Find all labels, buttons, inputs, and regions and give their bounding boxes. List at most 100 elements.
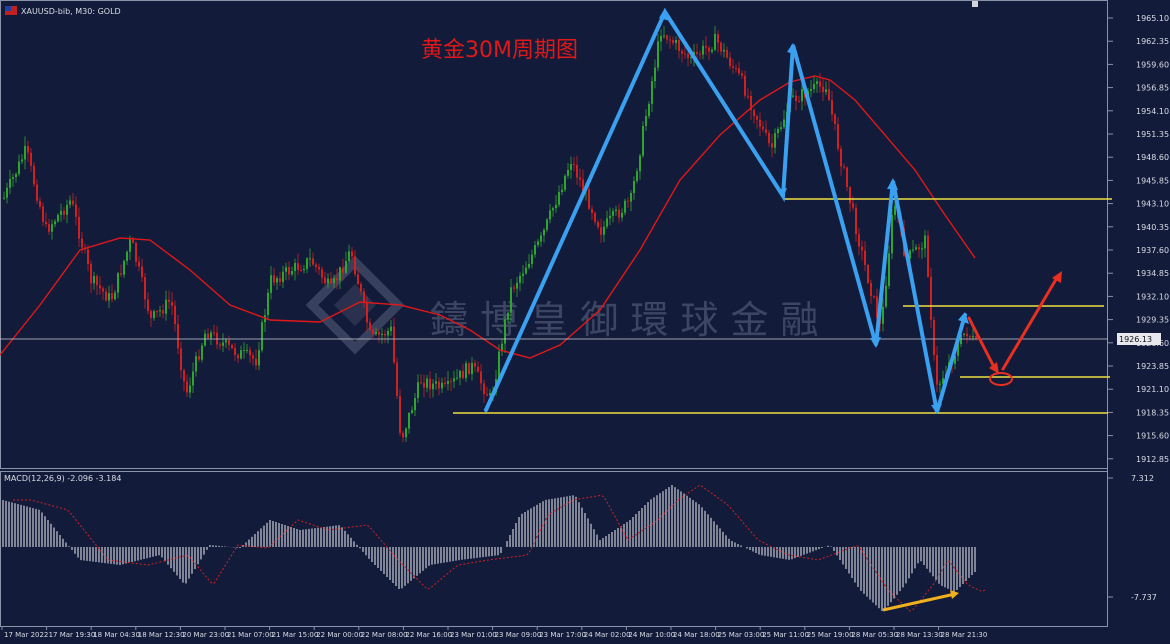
candle-body [63,210,65,215]
candle-body [213,332,215,334]
arrowhead-up-3 [887,178,898,190]
price-tick-label: 1923.85 [1136,362,1169,371]
candle-body [396,362,398,396]
candle-body [408,412,410,429]
candle-body [261,322,263,351]
candle-body [870,282,872,297]
candle-body [669,39,671,41]
candle-body [141,266,143,278]
candle-body [744,75,746,96]
candle-body [24,145,26,160]
candle-body [522,273,524,276]
candle-body [36,184,38,201]
time-tick-label: 23 Mar 01:00 [450,631,497,639]
candle-body [438,381,440,389]
candle-body [885,285,887,307]
candle-body [417,382,419,398]
candle-body [405,428,407,438]
candle-body [174,305,176,325]
candle-body [756,116,758,120]
candle-body [723,49,725,52]
candle-body [117,273,119,293]
candle-body [477,366,479,372]
candle-body [375,332,377,335]
candle-body [735,67,737,69]
candle-body [219,344,221,346]
target-circle[interactable] [989,372,1013,386]
candle-body [120,273,122,275]
candle-body [177,324,179,349]
candle-body [165,299,167,314]
candle-body [816,81,818,84]
macd-histogram [2,485,976,612]
candle-body [399,395,401,433]
candle-body [867,264,869,283]
price-axis[interactable]: 1965.10 1962.35 1959.60 1956.85 1954.10 1951.… [1108,14,1169,464]
candle-body [813,83,815,89]
candle-body [111,293,113,300]
candle-body [390,326,392,332]
candle-body [33,165,35,185]
arrowhead-down-2 [870,337,881,348]
candle-body [597,221,599,228]
candle-body [339,267,341,281]
price-tick-label: 1954.10 [1136,107,1169,116]
candle-body [774,133,776,148]
candle-body [648,103,650,117]
candle-body [207,333,209,339]
candle-body [525,267,527,274]
candle-body [792,95,794,97]
candle-body [633,180,635,194]
time-tick-label: 25 Mar 11:00 [762,631,809,639]
candle-body [666,35,668,40]
candle-body [357,274,359,285]
candle-body [225,340,227,343]
price-tick-label: 1915.60 [1136,432,1169,441]
time-tick-label: 25 Mar 19:00 [807,631,854,639]
candle-body [249,349,251,356]
candle-body [336,278,338,281]
time-tick-label: 28 Mar 21:30 [941,631,988,639]
candle-body [252,355,254,359]
price-tick-label: 1929.35 [1136,316,1169,325]
time-axis[interactable]: 17 Mar 2022 17 Mar 19:3018 Mar 04:3018 Ma… [1,626,988,639]
zigzag-line[interactable] [484,7,967,413]
time-tick-label: 22 Mar 00:00 [316,631,363,639]
candle-body [423,382,425,388]
candle-body [642,125,644,156]
candle-body [711,49,713,52]
candle-body [435,381,437,384]
time-tick-label: 17 Mar 19:30 [49,631,96,639]
candle-body [180,348,182,371]
candle-body [924,235,926,249]
time-tick-label: 28 Mar 13:30 [896,631,943,639]
candle-body [231,344,233,349]
candle-body [303,268,305,271]
candle-body [288,267,290,275]
candle-body [15,173,17,178]
candle-body [873,296,875,298]
price-tick-label: 1948.60 [1136,153,1169,162]
candle-body [72,200,74,205]
candle-body [624,200,626,213]
candle-body [228,340,230,345]
candle-body [474,362,476,367]
chart-header: XAUUSD-bib, M30: GOLD [5,6,121,16]
candle-body [858,234,860,247]
candle-body [42,206,44,222]
chart-canvas[interactable]: 鑄 博 皇 御 環 球 金 融 黄金30M周期图 XAUUSD-bib, M30… [0,0,1170,644]
price-tick-label: 1951.35 [1136,130,1169,139]
candle-body [591,208,593,214]
scroll-marker[interactable] [972,1,978,7]
candle-body [762,126,764,130]
candle-body [138,261,140,267]
candle-body [192,371,194,386]
macd-scale-top: 7.312 [1131,474,1154,483]
price-tick-label: 1918.35 [1136,408,1169,417]
candle-body [240,350,242,359]
candle-body [60,210,62,215]
candle-body [93,276,95,284]
candle-body [579,177,581,180]
candle-body [360,284,362,292]
candle-body [819,81,821,87]
